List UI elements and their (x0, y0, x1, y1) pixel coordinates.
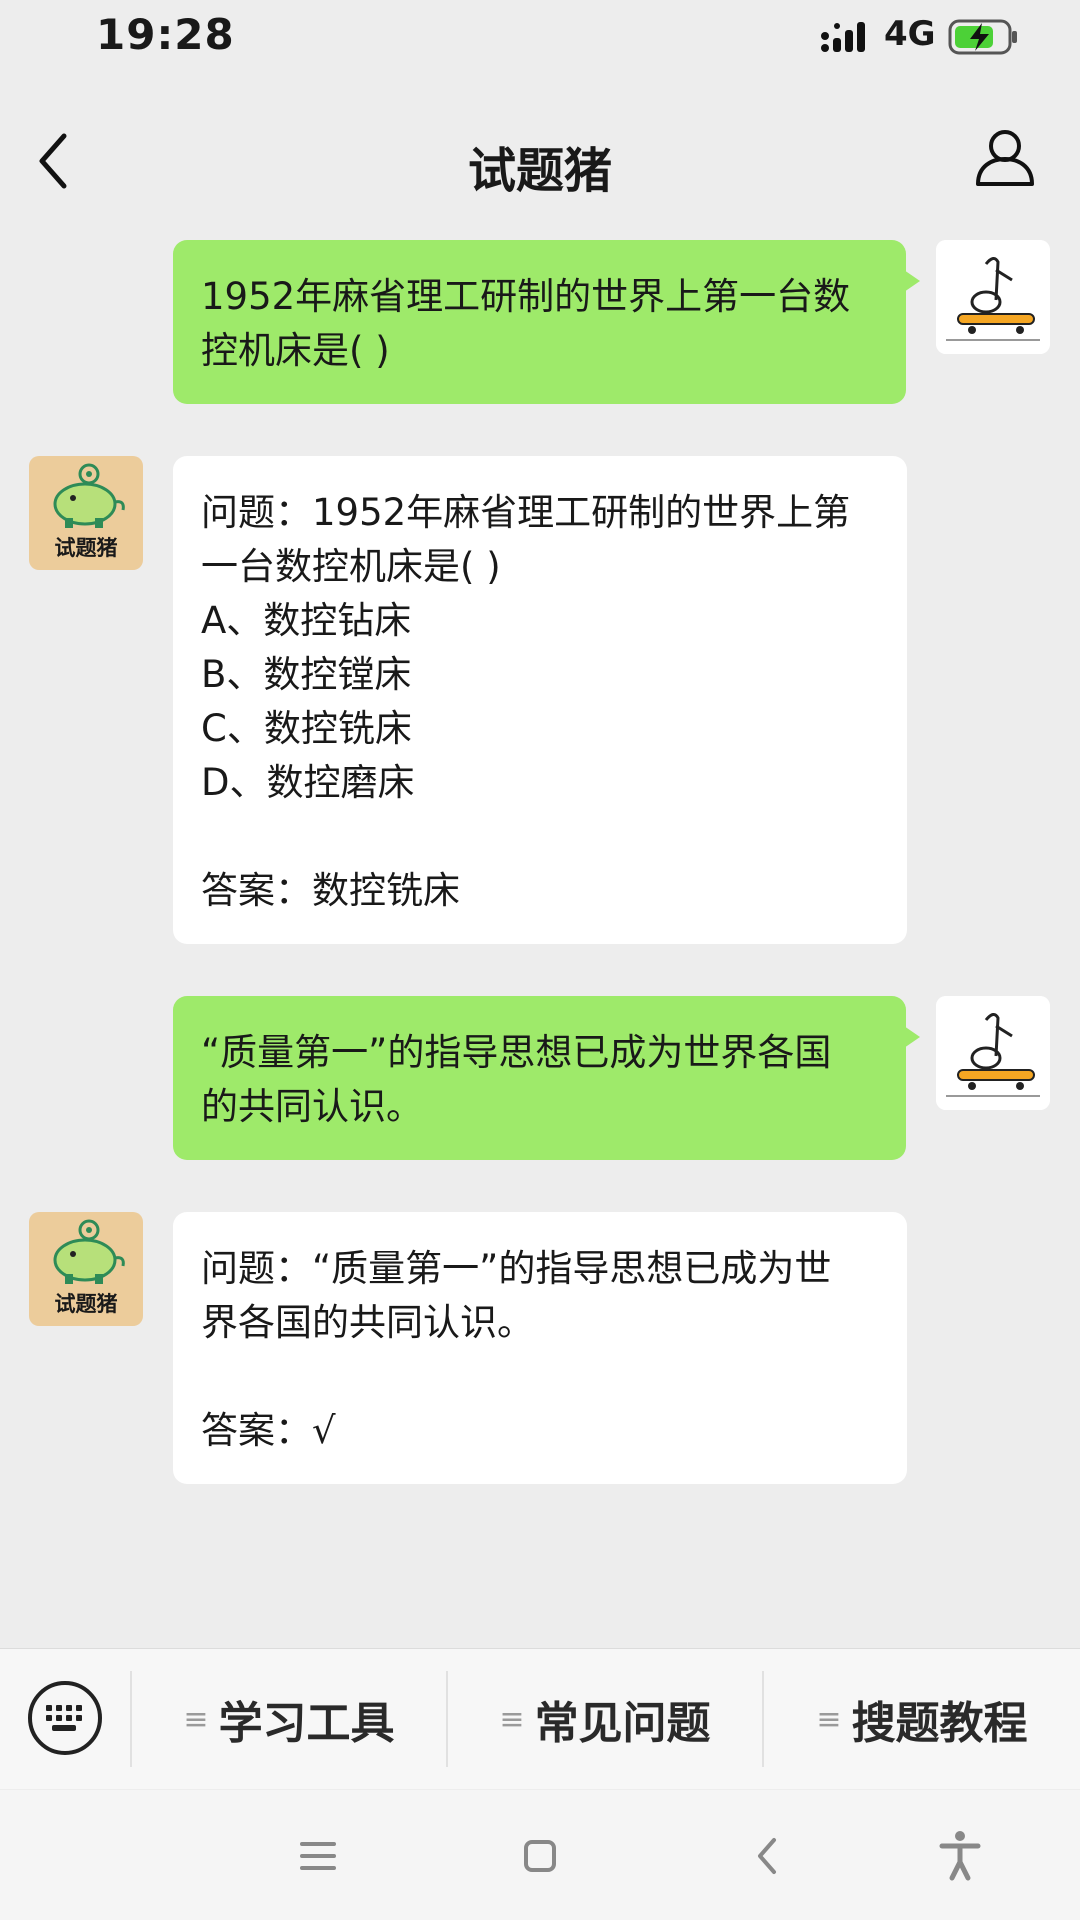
message-line: 界各国的共同认识。 (201, 1301, 534, 1344)
message-bubble-received[interactable]: 问题：“质量第一”的指导思想已成为世 界各国的共同认识。 答案：√ (173, 1212, 907, 1484)
status-time: 19:28 (96, 10, 235, 59)
menu-item-label: 搜题教程 (851, 1698, 1028, 1749)
bot-avatar-label: 试题猪 (54, 536, 118, 560)
back-nav-icon[interactable] (738, 1826, 798, 1886)
bot-avatar-label: 试题猪 (54, 1292, 118, 1316)
message-line: “质量第一”的指导思想已成为世界各国 (201, 1031, 832, 1074)
recent-apps-icon[interactable] (288, 1826, 348, 1886)
home-icon[interactable] (510, 1826, 570, 1886)
message-line: C、数控铣床 (201, 707, 412, 750)
status-bar: 19:28 4G (0, 0, 1080, 80)
menu-lines-icon: ≡ (499, 1701, 525, 1737)
message-line: 问题：“质量第一”的指导思想已成为世 (201, 1247, 832, 1290)
message-line (201, 1350, 879, 1404)
message-line: 1952年麻省理工研制的世界上第一台数 (201, 275, 851, 318)
nav-bar: 试题猪 (0, 96, 1080, 226)
network-type: 4G (884, 14, 936, 54)
message-line: A、数控钻床 (201, 599, 412, 642)
menu-item-label: 常见问题 (534, 1698, 711, 1749)
piggy-bank-icon (53, 463, 125, 528)
profile-icon[interactable] (974, 126, 1036, 188)
skateboarder-icon (936, 240, 1050, 354)
menu-lines-icon: ≡ (183, 1701, 209, 1737)
keyboard-toggle-button[interactable] (28, 1681, 102, 1755)
bottom-menu-bar: ≡ 学习工具 ≡ 常见问题 ≡ 搜题教程 (0, 1648, 1080, 1789)
user-avatar[interactable] (936, 996, 1050, 1110)
message-bubble-sent[interactable]: 1952年麻省理工研制的世界上第一台数 控机床是( ) (173, 240, 920, 404)
menu-item-label: 学习工具 (218, 1698, 395, 1749)
page-title: 试题猪 (467, 143, 612, 199)
bot-avatar[interactable]: 试题猪 (29, 1212, 143, 1326)
signal-strength-icon (821, 22, 865, 52)
message-line: B、数控镗床 (201, 653, 412, 696)
piggy-bank-icon (53, 1219, 125, 1284)
battery-charging-icon (948, 19, 1017, 55)
menu-lines-icon: ≡ (816, 1701, 842, 1737)
message-bubble-received[interactable]: 问题：1952年麻省理工研制的世界上第 一台数控机床是( ) A、数控钻床 B、… (173, 456, 907, 944)
message-line: 的共同认识。 (201, 1085, 423, 1128)
menu-item-faq[interactable]: ≡ 常见问题 (448, 1649, 762, 1789)
menu-item-study-tools[interactable]: ≡ 学习工具 (132, 1649, 446, 1789)
bot-avatar[interactable]: 试题猪 (29, 456, 143, 570)
message-line: 问题：1952年麻省理工研制的世界上第 (201, 491, 851, 534)
skateboarder-icon (936, 996, 1050, 1110)
message-line: 答案：数控铣床 (201, 869, 460, 912)
accessibility-icon[interactable] (930, 1826, 990, 1886)
menu-item-search-tutorial[interactable]: ≡ 搜题教程 (764, 1649, 1080, 1789)
message-line: 控机床是( ) (201, 329, 390, 372)
message-line (201, 810, 879, 864)
user-avatar[interactable] (936, 240, 1050, 354)
system-navigation-bar (0, 1790, 1080, 1920)
message-line: 答案：√ (201, 1409, 336, 1452)
message-line: 一台数控机床是( ) (201, 545, 501, 588)
message-bubble-sent[interactable]: “质量第一”的指导思想已成为世界各国 的共同认识。 (173, 996, 920, 1160)
keyboard-icon (46, 1705, 82, 1731)
message-line: D、数控磨床 (201, 761, 415, 804)
